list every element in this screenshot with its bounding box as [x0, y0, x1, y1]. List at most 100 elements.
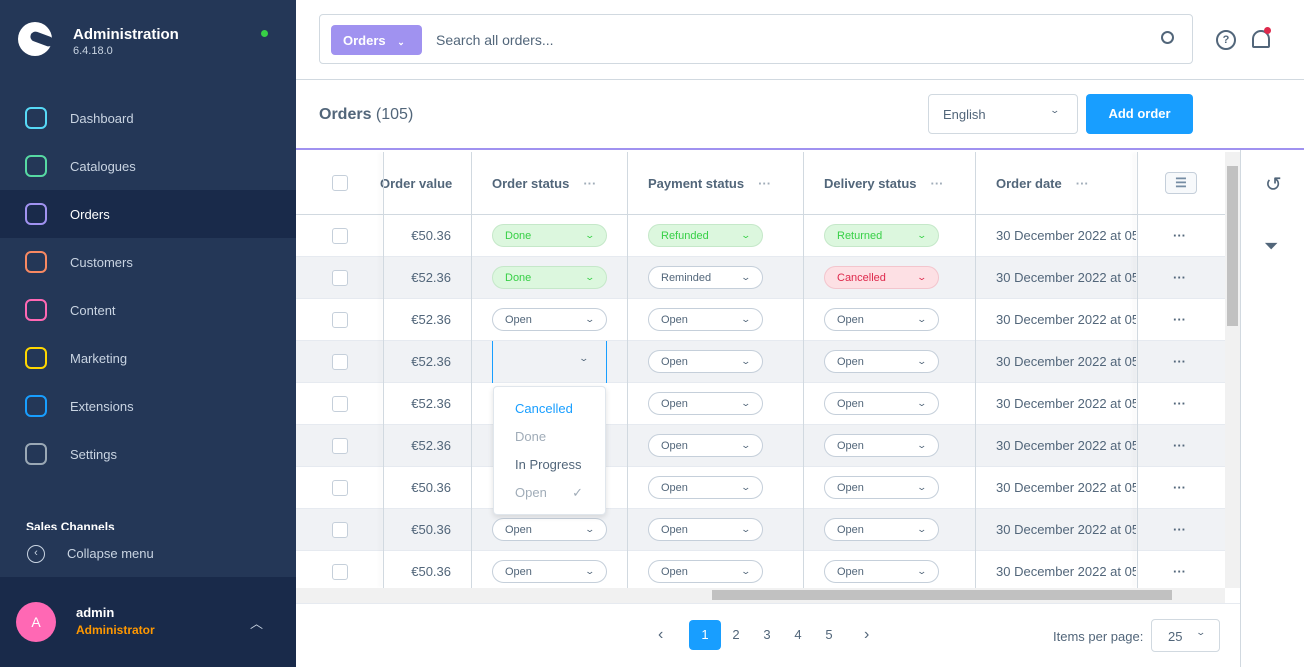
- payment-status-select[interactable]: Open ⌄: [648, 476, 763, 499]
- dropdown-option[interactable]: Open ✓: [494, 479, 605, 507]
- sidebar-item-customers[interactable]: Customers: [0, 238, 296, 286]
- col-delivery-status[interactable]: Delivery status ···: [824, 152, 944, 214]
- col-order-status[interactable]: Order status ···: [492, 152, 596, 214]
- prev-page-button[interactable]: ‹: [658, 626, 663, 644]
- row-actions-icon[interactable]: ···: [1173, 215, 1186, 256]
- payment-status-select[interactable]: Open ⌄: [648, 518, 763, 541]
- filter-icon[interactable]: ⏷: [1264, 236, 1278, 257]
- table-row: €52.36 Open ⌄ Open ⌄ 30 December 2022 at 05…: [296, 425, 1225, 467]
- row-checkbox[interactable]: [332, 521, 348, 538]
- status-dot: [261, 30, 268, 37]
- payment-status-select[interactable]: Open ⌄: [648, 308, 763, 331]
- sidebar-item-extensions[interactable]: Extensions: [0, 382, 296, 430]
- page-1-button[interactable]: 1: [689, 620, 721, 650]
- payment-status-select[interactable]: Open ⌄: [648, 560, 763, 583]
- row-checkbox[interactable]: [332, 437, 348, 454]
- column-menu-icon[interactable]: ···: [583, 176, 596, 191]
- row-checkbox[interactable]: [332, 353, 348, 370]
- chevron-up-icon[interactable]: ︿: [250, 613, 263, 632]
- row-actions-icon[interactable]: ···: [1173, 425, 1186, 466]
- next-page-button[interactable]: ›: [864, 626, 869, 644]
- row-actions-icon[interactable]: ···: [1173, 257, 1186, 298]
- row-actions-icon[interactable]: ···: [1173, 383, 1186, 424]
- payment-status-select[interactable]: Open ⌄: [648, 350, 763, 373]
- chevron-down-icon: ⌄: [740, 230, 752, 240]
- order-status-select[interactable]: Done ⌄: [492, 266, 607, 289]
- horizontal-scrollbar[interactable]: [296, 588, 1225, 603]
- sidebar-item-marketing[interactable]: Marketing: [0, 334, 296, 382]
- order-status-select[interactable]: Open ⌄: [492, 518, 607, 541]
- sidebar-item-content[interactable]: Content: [0, 286, 296, 334]
- order-value: €52.36: [411, 438, 451, 453]
- row-actions-icon[interactable]: ···: [1173, 299, 1186, 340]
- payment-status-select[interactable]: Open ⌄: [648, 392, 763, 415]
- row-actions-icon[interactable]: ···: [1173, 509, 1186, 550]
- payment-status-select[interactable]: Reminded ⌄: [648, 266, 763, 289]
- column-menu-icon[interactable]: ···: [1076, 176, 1089, 191]
- sidebar-item-orders[interactable]: Orders: [0, 190, 296, 238]
- right-panel: ↺ ⏷: [1240, 150, 1304, 667]
- row-checkbox[interactable]: [332, 269, 348, 286]
- row-actions-icon[interactable]: ···: [1173, 341, 1186, 382]
- refresh-icon[interactable]: ↺: [1265, 172, 1282, 197]
- help-icon[interactable]: ?: [1216, 30, 1236, 50]
- dropdown-option[interactable]: Cancelled: [494, 395, 605, 423]
- select-all-checkbox[interactable]: [332, 175, 348, 191]
- column-settings-button[interactable]: ☰: [1165, 172, 1197, 194]
- vertical-scrollbar[interactable]: [1225, 152, 1240, 588]
- search-bar[interactable]: Orders ⌄ Search all orders...: [319, 14, 1193, 64]
- row-actions-icon[interactable]: ···: [1173, 551, 1186, 588]
- language-select[interactable]: English ⌄: [928, 94, 1078, 134]
- delivery-status-select[interactable]: Open ⌄: [824, 350, 939, 373]
- row-checkbox[interactable]: [332, 227, 348, 244]
- row-checkbox[interactable]: [332, 563, 348, 580]
- delivery-status-select[interactable]: Open ⌄: [824, 560, 939, 583]
- chevron-left-circle-icon: ‹: [27, 544, 45, 563]
- order-status-select[interactable]: Open ⌄: [492, 560, 607, 583]
- top-bar: Orders ⌄ Search all orders... ?: [296, 0, 1304, 80]
- delivery-status-select[interactable]: Cancelled ⌄: [824, 266, 939, 289]
- search-input[interactable]: Search all orders...: [436, 32, 554, 48]
- chevron-down-icon: ⌄: [397, 37, 405, 47]
- sidebar-item-catalogues[interactable]: Catalogues: [0, 142, 296, 190]
- sidebar-item-dashboard[interactable]: Dashboard: [0, 94, 296, 142]
- collapse-menu-button[interactable]: ‹ Collapse menu: [0, 530, 296, 577]
- column-menu-icon[interactable]: ···: [931, 176, 944, 191]
- search-icon[interactable]: [1161, 31, 1174, 44]
- delivery-status-select[interactable]: Open ⌄: [824, 434, 939, 457]
- payment-status-select[interactable]: Refunded ⌄: [648, 224, 763, 247]
- sidebar-item-settings[interactable]: Settings: [0, 430, 296, 478]
- order-date: 30 December 2022 at 05:: [996, 354, 1136, 369]
- order-status-select[interactable]: Done ⌄: [492, 224, 607, 247]
- sidebar-item-label: Catalogues: [70, 158, 136, 174]
- delivery-status-select[interactable]: Open ⌄: [824, 392, 939, 415]
- dropdown-option[interactable]: In Progress: [494, 451, 605, 479]
- delivery-status-select[interactable]: Open ⌄: [824, 476, 939, 499]
- page-2-button[interactable]: 2: [720, 620, 752, 650]
- col-order-value[interactable]: Order value: [380, 152, 452, 214]
- row-checkbox[interactable]: [332, 479, 348, 496]
- page-4-button[interactable]: 4: [782, 620, 814, 650]
- add-order-button[interactable]: Add order: [1086, 94, 1193, 134]
- items-per-page-select[interactable]: 25 ⌄: [1151, 619, 1220, 652]
- page-3-button[interactable]: 3: [751, 620, 783, 650]
- user-menu[interactable]: A admin Administrator ︿: [0, 577, 296, 667]
- row-actions-icon[interactable]: ···: [1173, 467, 1186, 508]
- delivery-status-select[interactable]: Returned ⌄: [824, 224, 939, 247]
- col-order-date[interactable]: Order date ···: [996, 152, 1089, 214]
- chevron-down-icon: ⌄: [740, 482, 752, 492]
- payment-status-select[interactable]: Open ⌄: [648, 434, 763, 457]
- chevron-down-icon: ⌄: [916, 272, 928, 282]
- delivery-status-select[interactable]: Open ⌄: [824, 308, 939, 331]
- delivery-status-select[interactable]: Open ⌄: [824, 518, 939, 541]
- row-checkbox[interactable]: [332, 395, 348, 412]
- order-status-select[interactable]: Open ⌄: [492, 308, 607, 331]
- order-status-select-open[interactable]: ⌄: [492, 340, 607, 383]
- row-checkbox[interactable]: [332, 311, 348, 328]
- column-menu-icon[interactable]: ···: [758, 176, 771, 191]
- page-5-button[interactable]: 5: [813, 620, 845, 650]
- chevron-down-icon: ⌄: [584, 314, 596, 324]
- search-type-select[interactable]: Orders ⌄: [331, 25, 422, 55]
- col-payment-status[interactable]: Payment status ···: [648, 152, 771, 214]
- shopware-logo: [18, 22, 52, 56]
